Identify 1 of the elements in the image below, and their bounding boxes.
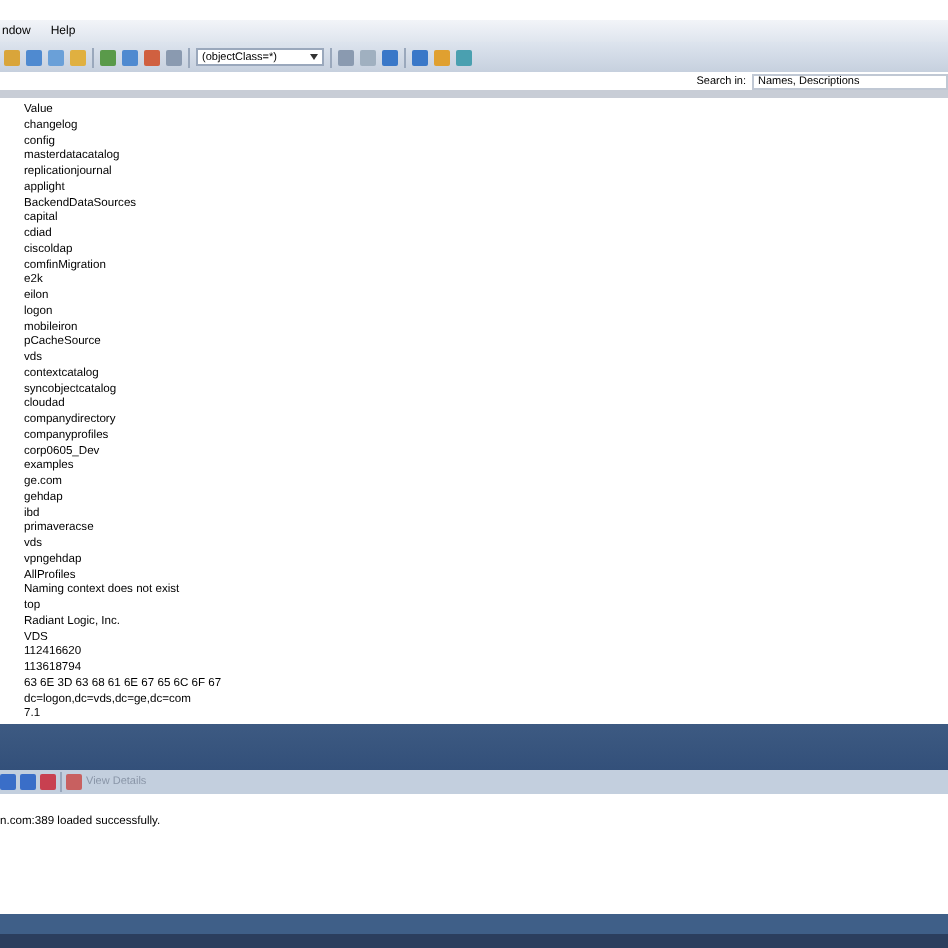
caret-icon[interactable] [310, 54, 318, 60]
